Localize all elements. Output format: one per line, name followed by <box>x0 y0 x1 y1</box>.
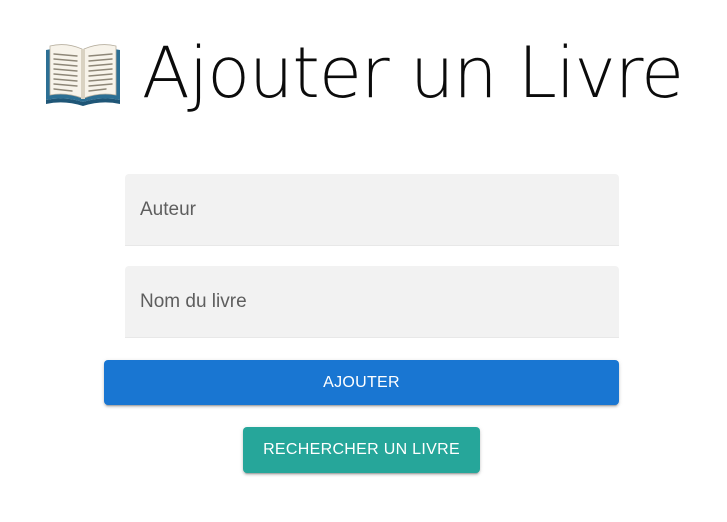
page-header: Ajouter un Livre <box>0 28 727 118</box>
search-book-button[interactable]: RECHERCHER UN LIVRE <box>243 427 480 473</box>
book-name-input[interactable] <box>125 266 619 338</box>
author-input[interactable] <box>125 174 619 246</box>
open-book-icon <box>44 40 122 106</box>
page-title: Ajouter un Livre <box>141 32 684 114</box>
add-book-page: Ajouter un Livre AJOUTER RECHERCHER UN L… <box>0 0 727 522</box>
add-button[interactable]: AJOUTER <box>104 360 619 405</box>
